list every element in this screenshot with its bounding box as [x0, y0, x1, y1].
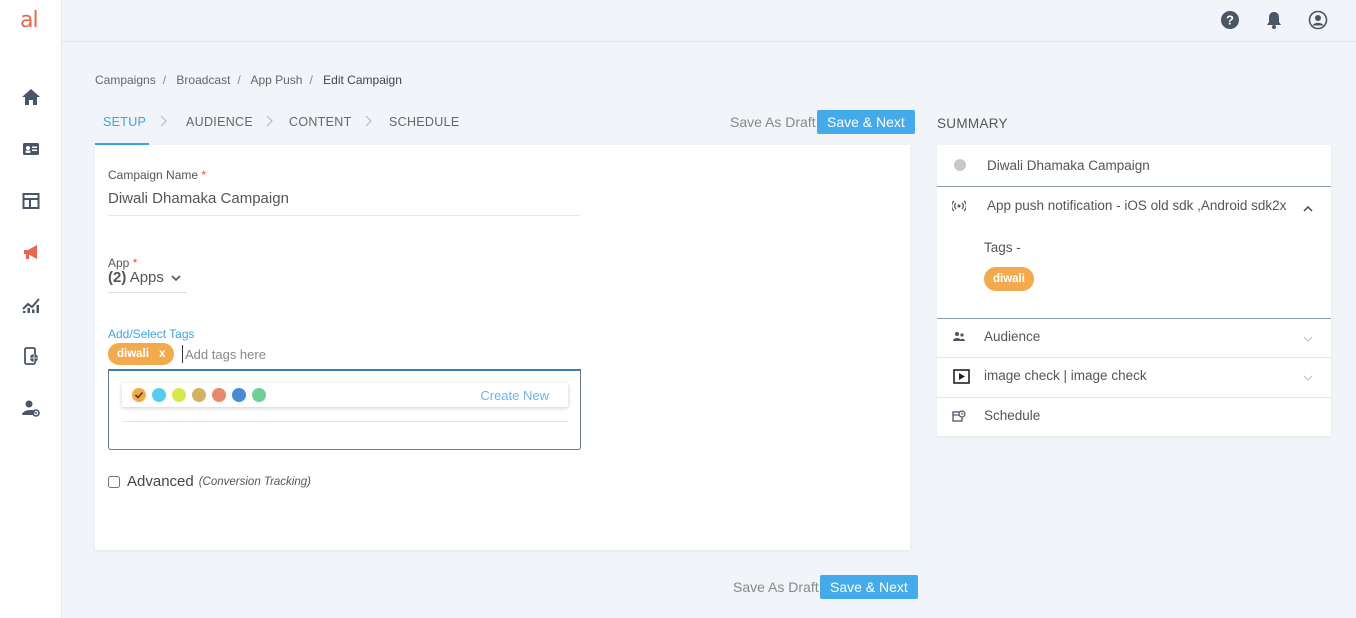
advanced-option[interactable]: Advanced (Conversion Tracking): [108, 473, 311, 490]
summary-campaign-name: Diwali Dhamaka Campaign: [987, 158, 1150, 173]
breadcrumb-app-push[interactable]: App Push: [250, 73, 302, 87]
tab-setup[interactable]: SETUP: [103, 115, 146, 129]
profile-icon[interactable]: [1308, 10, 1328, 30]
summary-tags-label: Tags -: [984, 240, 1021, 255]
tab-content[interactable]: CONTENT: [289, 115, 352, 129]
audience-icon: [953, 332, 965, 341]
color-picker: Create New: [122, 383, 568, 407]
tag-dropdown: Create New: [108, 369, 581, 450]
app-select[interactable]: (2) Apps: [108, 269, 188, 293]
tab-schedule[interactable]: SCHEDULE: [389, 115, 459, 129]
status-dot-icon: [954, 159, 966, 171]
summary-content: image check | image check: [984, 368, 1147, 383]
tags-input[interactable]: [182, 345, 562, 363]
breadcrumb-broadcast[interactable]: Broadcast: [176, 73, 230, 87]
chevron-right-icon: [266, 115, 273, 127]
advanced-note: (Conversion Tracking): [198, 475, 311, 488]
chevron-down-icon[interactable]: [1303, 373, 1313, 383]
summary-schedule: Schedule: [984, 408, 1041, 423]
app-label: App *: [108, 256, 138, 270]
chevron-right-icon: [160, 115, 167, 127]
save-next-button-top[interactable]: Save & Next: [817, 110, 915, 134]
check-icon: [134, 391, 144, 399]
chevron-down-icon: [171, 275, 181, 282]
chevron-up-icon[interactable]: [1303, 204, 1313, 214]
play-icon: [953, 369, 970, 384]
chevron-down-icon[interactable]: [1303, 334, 1313, 344]
contact-card-icon[interactable]: [20, 138, 42, 160]
summary-content-row[interactable]: image check | image check: [937, 358, 1331, 397]
summary-channel: App push notification - iOS old sdk ,And…: [987, 198, 1287, 213]
summary-audience: Audience: [984, 329, 1041, 344]
schedule-icon: [952, 410, 966, 422]
campaign-name-field[interactable]: Diwali Dhamaka Campaign: [108, 190, 580, 216]
home-icon[interactable]: [20, 86, 42, 108]
setup-form-card: Campaign Name * Diwali Dhamaka Campaign …: [95, 145, 910, 550]
logo: al: [20, 8, 39, 33]
tags-label: Add/Select Tags: [108, 327, 195, 341]
summary-channel-section[interactable]: App push notification - iOS old sdk ,And…: [937, 187, 1331, 318]
breadcrumb-current: Edit Campaign: [323, 73, 402, 87]
summary-panel: Diwali Dhamaka Campaign App push notific…: [937, 145, 1331, 436]
breadcrumb: Campaigns / Broadcast / App Push / Edit Cam…: [95, 73, 402, 87]
summary-schedule-row[interactable]: Schedule: [937, 398, 1331, 436]
help-icon[interactable]: ?: [1220, 10, 1240, 30]
summary-audience-row[interactable]: Audience: [937, 319, 1331, 357]
megaphone-icon[interactable]: [20, 241, 42, 263]
summary-tag-chip: diwali: [984, 267, 1034, 291]
chevron-right-icon: [365, 115, 372, 127]
sidebar: al: [0, 0, 62, 618]
color-swatch[interactable]: [252, 388, 266, 402]
save-draft-link-top[interactable]: Save As Draft: [730, 114, 816, 130]
analytics-icon[interactable]: [20, 294, 42, 316]
advanced-checkbox[interactable]: [108, 475, 120, 488]
campaign-name-label: Campaign Name *: [108, 168, 207, 182]
broadcast-icon: [952, 200, 966, 212]
bell-icon[interactable]: [1264, 10, 1284, 30]
create-new-tag-link[interactable]: Create New: [480, 388, 549, 403]
breadcrumb-campaigns[interactable]: Campaigns: [95, 73, 156, 87]
advanced-label: Advanced: [127, 473, 194, 490]
color-swatch[interactable]: [192, 388, 206, 402]
save-next-button-bottom[interactable]: Save & Next: [820, 575, 918, 599]
color-swatch[interactable]: [152, 388, 166, 402]
svg-text:?: ?: [1226, 13, 1234, 28]
color-swatch[interactable]: [212, 388, 226, 402]
color-swatch[interactable]: [172, 388, 186, 402]
dropdown-divider: [122, 421, 568, 422]
summary-title: SUMMARY: [937, 116, 1008, 131]
color-swatch[interactable]: [232, 388, 246, 402]
user-settings-icon[interactable]: [20, 397, 42, 419]
color-swatch-selected[interactable]: [132, 388, 146, 402]
tab-audience[interactable]: AUDIENCE: [186, 115, 253, 129]
save-draft-link-bottom[interactable]: Save As Draft: [733, 579, 819, 595]
layout-icon[interactable]: [20, 190, 42, 212]
mobile-globe-icon[interactable]: [20, 345, 42, 367]
tag-chip: diwali x: [108, 343, 175, 365]
tag-remove-icon[interactable]: x: [159, 348, 165, 360]
top-bar: ?: [62, 0, 1356, 42]
